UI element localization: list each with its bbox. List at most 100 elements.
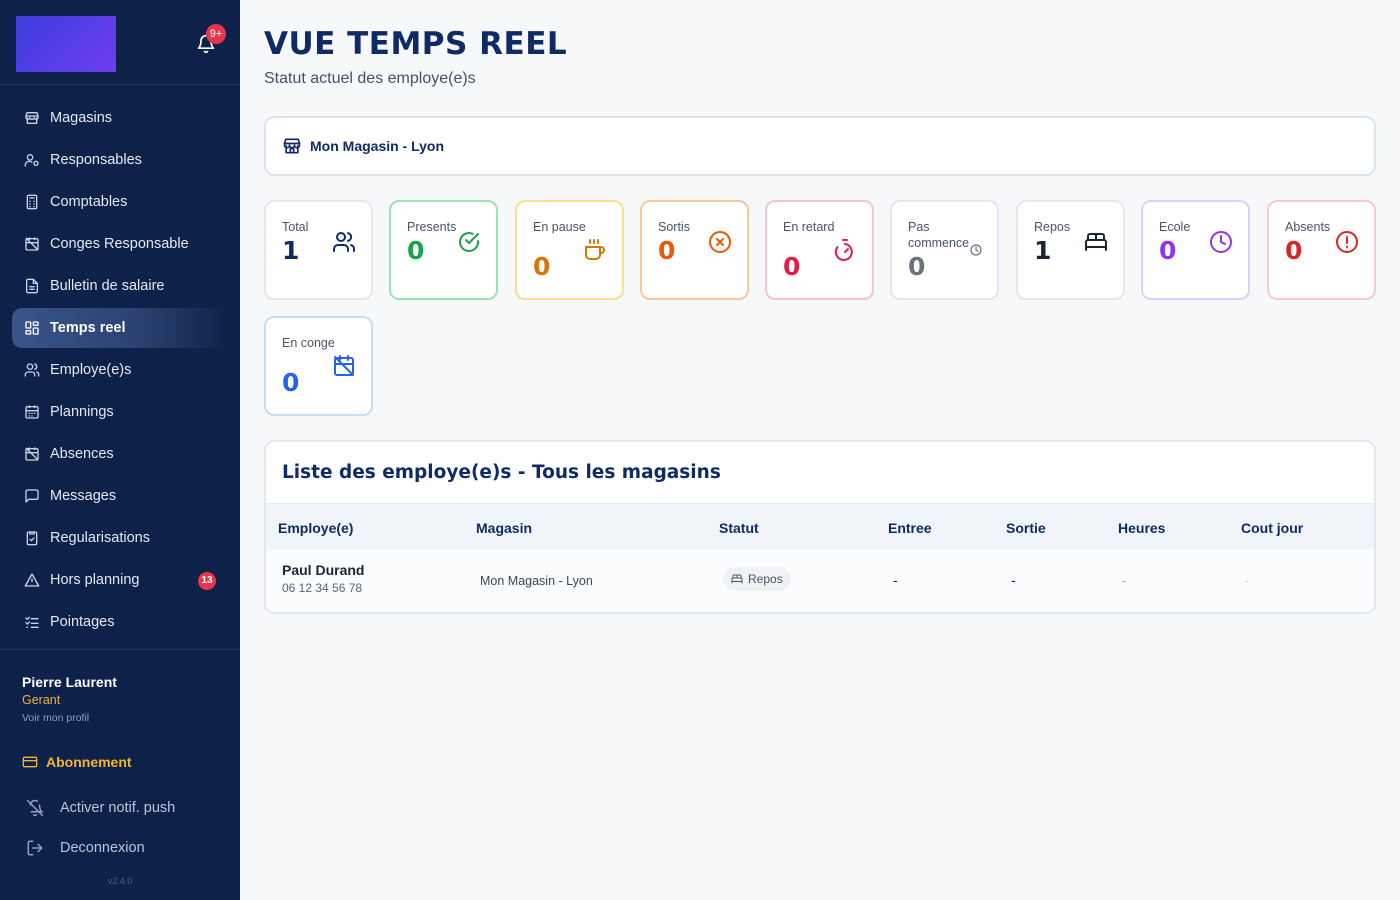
- sidebar-item-temps-reel[interactable]: Temps reel: [12, 308, 228, 348]
- sidebar-item-label: Messages: [50, 488, 117, 504]
- status-label: Repos: [748, 572, 783, 586]
- employee-phone: 06 12 34 56 78: [282, 581, 363, 595]
- status-badge: Repos: [723, 567, 791, 591]
- sidebar-item-pointages[interactable]: Pointages: [12, 602, 228, 642]
- file-text-icon: [24, 278, 40, 294]
- store-selector-label: Mon Magasin - Lyon: [310, 138, 445, 154]
- table-row[interactable]: Paul Durand 06 12 34 56 78 Mon Magasin -…: [266, 549, 1374, 612]
- logout-label: Deconnexion: [60, 840, 145, 856]
- user-name: Pierre Laurent: [22, 674, 117, 690]
- column-header-sortie[interactable]: Sortie: [1006, 520, 1046, 536]
- sidebar-item-label: Responsables: [50, 152, 142, 168]
- stat-card-en-conge[interactable]: En conge 0: [264, 316, 373, 416]
- sidebar-item-bulletin[interactable]: Bulletin de salaire: [12, 266, 228, 306]
- bell-off-icon: [26, 799, 44, 817]
- credit-card-icon: [22, 756, 38, 768]
- employee-table: Liste des employe(e)s - Tous les magasin…: [264, 440, 1376, 614]
- enable-push-label: Activer notif. push: [60, 800, 176, 816]
- table-title: Liste des employe(e)s - Tous les magasin…: [282, 462, 721, 483]
- sidebar-item-label: Temps reel: [50, 320, 126, 336]
- stat-card-ecole[interactable]: Ecole 0: [1141, 200, 1250, 300]
- stat-card-repos[interactable]: Repos 1: [1016, 200, 1125, 300]
- sidebar-item-messages[interactable]: Messages: [12, 476, 228, 516]
- users-icon: [332, 230, 356, 254]
- list-checks-icon: [24, 614, 40, 630]
- calendar-icon: [24, 404, 40, 420]
- employee-name[interactable]: Paul Durand: [282, 562, 364, 578]
- sidebar-item-conges-responsable[interactable]: Conges Responsable: [12, 224, 228, 264]
- calendar-off-icon: [332, 354, 356, 378]
- sidebar-item-label: Regularisations: [50, 530, 150, 546]
- sidebar-item-label: Comptables: [50, 194, 128, 210]
- column-header-employe[interactable]: Employe(e): [278, 520, 353, 536]
- stat-card-sortis[interactable]: Sortis 0: [640, 200, 749, 300]
- clipboard-check-icon: [24, 530, 40, 546]
- sidebar-item-hors-planning[interactable]: Hors planning 13: [12, 560, 228, 600]
- store-selector[interactable]: Mon Magasin - Lyon: [264, 116, 1376, 176]
- notification-badge: 9+: [206, 24, 226, 44]
- bed-icon: [731, 574, 743, 584]
- sidebar-item-absences[interactable]: Absences: [12, 434, 228, 474]
- column-header-magasin[interactable]: Magasin: [476, 520, 532, 536]
- app-version: v2.4.0: [107, 876, 133, 886]
- timer-icon: [833, 238, 857, 262]
- sidebar-item-magasins[interactable]: Magasins: [12, 98, 228, 138]
- column-header-cout-jour[interactable]: Cout jour: [1241, 520, 1303, 536]
- x-circle-icon: [708, 230, 732, 254]
- stat-value: 0: [783, 252, 801, 281]
- stat-card-absents[interactable]: Absents 0: [1267, 200, 1376, 300]
- hors-planning-badge: 13: [198, 572, 216, 590]
- sidebar-item-label: Plannings: [50, 404, 114, 420]
- clock-small-icon: [970, 243, 982, 256]
- stat-card-total[interactable]: Total 1: [264, 200, 373, 300]
- stat-value: 0: [1159, 236, 1177, 265]
- calendar-off-icon: [24, 446, 40, 462]
- stat-value: 0: [658, 236, 676, 265]
- sidebar-item-label: Pointages: [50, 614, 115, 630]
- app-logo[interactable]: [16, 16, 116, 72]
- sidebar-item-label: Bulletin de salaire: [50, 278, 165, 294]
- stat-value: 0: [1285, 236, 1303, 265]
- calendar-off-icon: [24, 236, 40, 252]
- page-subtitle: Statut actuel des employe(e)s: [264, 70, 476, 87]
- stat-card-pas-commence[interactable]: Pas commence 0: [890, 200, 999, 300]
- subscription-link[interactable]: Abonnement: [22, 754, 132, 770]
- hours-worked: -: [1122, 574, 1127, 588]
- sidebar-item-employes[interactable]: Employe(e)s: [12, 350, 228, 390]
- warning-icon: [24, 572, 40, 588]
- sidebar-item-plannings[interactable]: Plannings: [12, 392, 228, 432]
- exit-time: -: [1011, 572, 1016, 588]
- sidebar-item-comptables[interactable]: Comptables: [12, 182, 228, 222]
- clock-icon: [1209, 230, 1233, 254]
- profile-link[interactable]: Voir mon profil: [22, 712, 218, 724]
- stat-card-presents[interactable]: Presents 0: [389, 200, 498, 300]
- logout-button[interactable]: Deconnexion: [26, 839, 145, 857]
- sidebar-nav: Magasins Responsables Comptables Conges …: [12, 98, 228, 644]
- enable-push-button[interactable]: Activer notif. push: [26, 799, 175, 817]
- sidebar-item-regularisations[interactable]: Regularisations: [12, 518, 228, 558]
- alert-circle-icon: [1335, 230, 1359, 254]
- sidebar-item-responsables[interactable]: Responsables: [12, 140, 228, 180]
- stat-card-en-retard[interactable]: En retard 0: [765, 200, 874, 300]
- stat-value: 1: [1034, 236, 1052, 265]
- stat-card-en-pause[interactable]: En pause 0: [515, 200, 624, 300]
- sidebar-header: 9+: [0, 0, 240, 85]
- stat-value: 0: [407, 236, 425, 265]
- bed-icon: [1084, 230, 1108, 254]
- daily-cost: -: [1245, 574, 1250, 588]
- stat-label: En retard: [783, 220, 835, 234]
- column-header-heures[interactable]: Heures: [1118, 520, 1165, 536]
- subscription-label: Abonnement: [46, 754, 132, 770]
- store-icon: [283, 138, 301, 154]
- calculator-icon: [24, 194, 40, 210]
- column-header-statut[interactable]: Statut: [719, 520, 759, 536]
- page-title: VUE TEMPS REEL: [264, 26, 568, 62]
- stat-value: 0: [908, 252, 926, 281]
- sidebar-item-label: Conges Responsable: [50, 236, 189, 252]
- column-header-entree[interactable]: Entree: [888, 520, 932, 536]
- check-circle-icon: [457, 230, 481, 254]
- user-profile[interactable]: Pierre Laurent Gerant Voir mon profil: [0, 649, 240, 724]
- user-key-icon: [24, 152, 40, 168]
- employee-store: Mon Magasin - Lyon: [480, 574, 593, 588]
- table-header: Employe(e) Magasin Statut Entree Sortie …: [266, 503, 1374, 549]
